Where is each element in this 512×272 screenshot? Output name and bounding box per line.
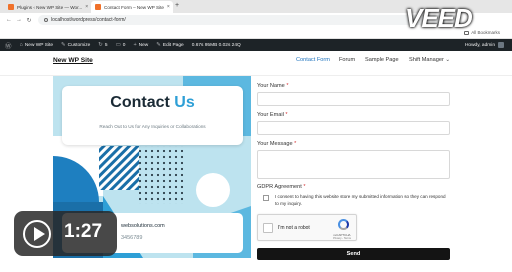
comments-count: 0	[122, 42, 126, 48]
recaptcha-checkbox[interactable]	[263, 223, 273, 233]
play-icon[interactable]	[23, 220, 51, 248]
nav-contact-form[interactable]: Contact Form	[296, 57, 330, 63]
page-subtitle: Reach Out to Us for Any Inquiries or Col…	[99, 124, 206, 129]
howdy-label: Howdy, admin	[464, 42, 495, 48]
admin-bar-comments[interactable]: ▭ 0	[112, 42, 130, 48]
wp-admin-bar: Ⓦ ⌂ New WP Site ✎ Customize ↻ 5 ▭ 0 + Ne…	[0, 39, 512, 51]
nav-forum[interactable]: Forum	[339, 57, 355, 63]
name-input[interactable]	[257, 92, 450, 106]
new-label: New	[138, 42, 149, 48]
message-textarea[interactable]	[257, 150, 450, 179]
avatar	[498, 42, 504, 48]
nav-shift-manager[interactable]: Shift Manager ⌄	[409, 57, 450, 63]
admin-bar-new[interactable]: + New	[129, 42, 152, 48]
admin-bar-site[interactable]: ⌂ New WP Site	[16, 42, 58, 48]
pencil-icon: ✎	[156, 42, 161, 48]
reload-icon[interactable]: ↻	[24, 17, 34, 24]
back-arrow-icon[interactable]: ←	[4, 17, 14, 23]
admin-bar-edit-page[interactable]: ✎ Edit Page	[152, 42, 187, 48]
edit-page-label: Edit Page	[162, 42, 184, 48]
recaptcha-widget: I'm not a robot reCAPTCHA Privacy - Term…	[257, 214, 357, 241]
admin-bar-updates[interactable]: ↻ 5	[94, 42, 111, 48]
browser-tab-plugins[interactable]: Plugins ‹ New WP Site — Wor... ×	[4, 1, 90, 13]
email-input[interactable]	[257, 121, 450, 135]
gdpr-label: GDPR Agreement *	[257, 184, 306, 190]
video-player-overlay: 1:27	[14, 211, 117, 256]
updates-count: 5	[104, 42, 108, 48]
wordpress-favicon-icon	[8, 4, 14, 10]
recaptcha-logo-icon	[338, 219, 349, 230]
recaptcha-terms-link[interactable]: Privacy - Terms	[328, 237, 356, 240]
admin-bar-customize[interactable]: ✎ Customize	[57, 42, 94, 48]
gdpr-label-text: GDPR Agreement	[257, 184, 302, 190]
contact-title-card: Contact Us Reach Out to Us for Any Inqui…	[62, 86, 243, 145]
forward-arrow-icon[interactable]: →	[14, 17, 24, 23]
page-title: Contact Us	[62, 94, 243, 112]
page-title-main: Contact	[110, 94, 170, 111]
site-title[interactable]: New WP Site	[53, 57, 93, 64]
address-bar[interactable]: localhost/wordpress/contact-form/	[38, 15, 462, 25]
message-label: Your Message *	[257, 141, 296, 147]
wordpress-favicon-icon	[95, 4, 101, 10]
url-text: localhost/wordpress/contact-form/	[51, 17, 126, 23]
recaptcha-label: I'm not a robot	[278, 225, 310, 231]
all-bookmarks-label: All Bookmarks	[471, 30, 500, 35]
admin-bar-query-stats[interactable]: 0.67s 95MB 0.02s 24Q	[188, 43, 245, 48]
comment-icon: ▭	[115, 42, 121, 48]
plus-icon: +	[133, 42, 137, 48]
required-mark: *	[294, 141, 297, 147]
query-stats-text: 0.67s 95MB 0.02s 24Q	[191, 42, 241, 48]
nav-shift-manager-label: Shift Manager	[409, 57, 444, 63]
customize-label: Customize	[67, 42, 91, 48]
contact-phone: 3456789	[121, 235, 143, 241]
required-mark: *	[303, 184, 306, 190]
tab-title: Plugins ‹ New WP Site — Wor...	[17, 4, 83, 10]
email-label-text: Your Email	[257, 112, 284, 118]
browser-tab-contact-form[interactable]: Contact Form – New WP Site ×	[91, 1, 173, 13]
email-label: Your Email *	[257, 112, 288, 118]
name-label: Your Name *	[257, 83, 289, 89]
admin-bar-site-label: New WP Site	[24, 42, 53, 48]
updates-icon: ↻	[98, 42, 103, 48]
message-label-text: Your Message	[257, 141, 293, 147]
chevron-down-icon: ⌄	[445, 57, 451, 63]
nav-sample-page[interactable]: Sample Page	[365, 57, 399, 63]
video-timestamp: 1:27	[64, 221, 103, 242]
home-icon: ⌂	[19, 42, 23, 48]
close-tab-icon[interactable]: ×	[167, 4, 170, 10]
brush-icon: ✎	[61, 42, 66, 48]
wordpress-logo-icon[interactable]: Ⓦ	[0, 40, 16, 50]
contact-website: websolutions.com	[121, 223, 165, 229]
admin-bar-account[interactable]: Howdy, admin	[465, 39, 504, 51]
name-label-text: Your Name	[257, 83, 285, 89]
required-mark: *	[286, 83, 289, 89]
site-info-icon[interactable]	[44, 18, 48, 22]
gdpr-consent-text: I consent to having this website store m…	[275, 194, 446, 206]
veed-watermark-logo: VEED	[405, 3, 473, 33]
required-mark: *	[285, 112, 288, 118]
close-tab-icon[interactable]: ×	[85, 4, 88, 10]
gdpr-checkbox[interactable]	[263, 195, 269, 201]
new-tab-button[interactable]: +	[175, 2, 179, 9]
tab-title: Contact Form – New WP Site	[104, 4, 164, 10]
send-button[interactable]: Send	[257, 248, 450, 260]
page-title-accent: Us	[174, 94, 195, 111]
